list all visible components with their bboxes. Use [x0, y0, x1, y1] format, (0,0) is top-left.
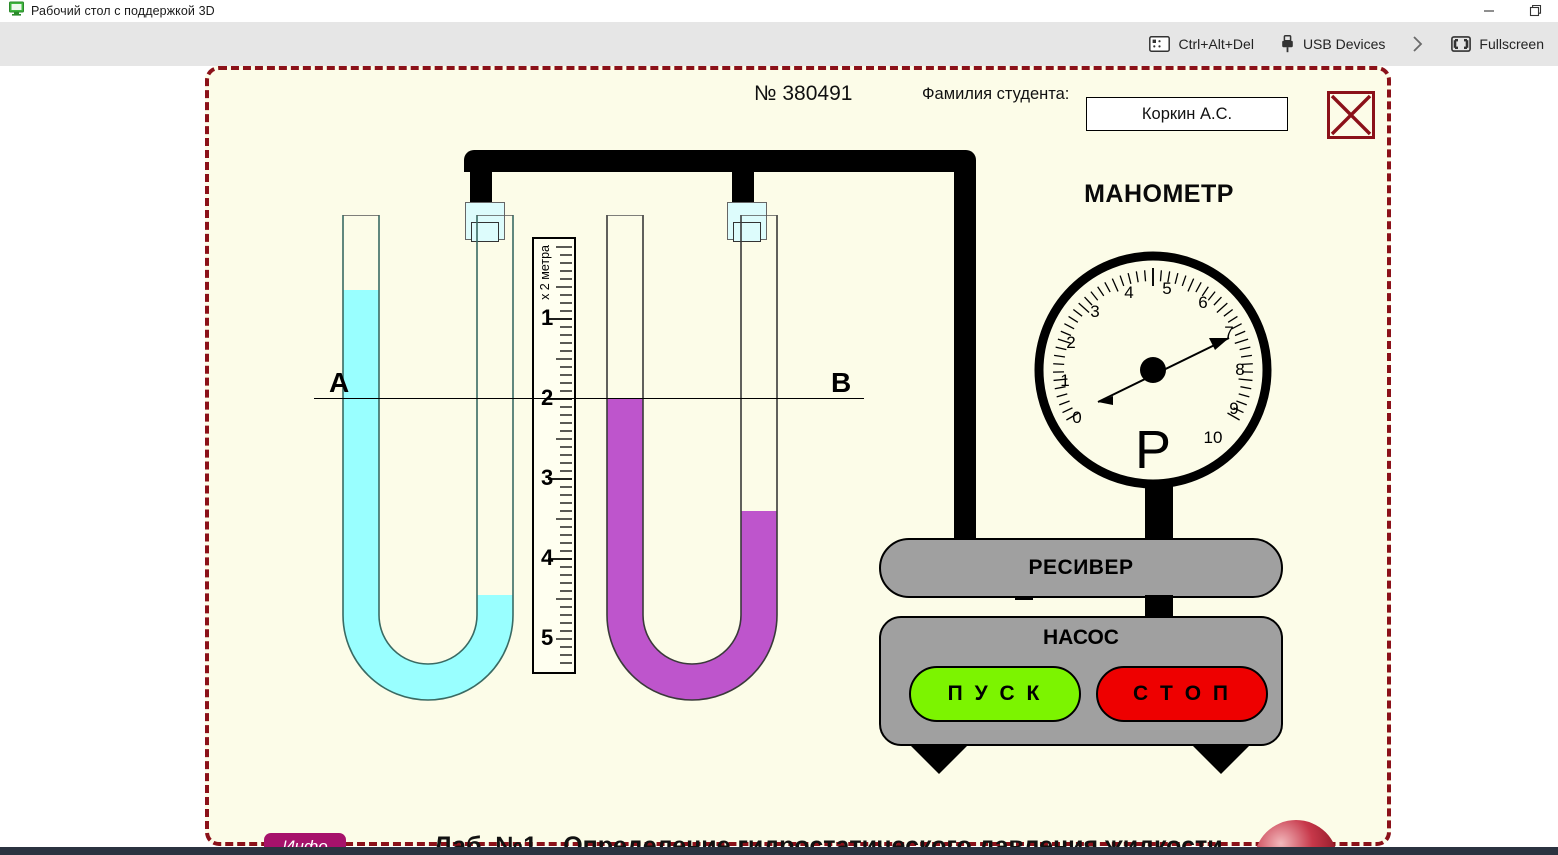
- window-title: Рабочий стол с поддержкой 3D: [31, 3, 215, 18]
- pump-leg-left: [909, 744, 969, 774]
- u-tube-left: [333, 215, 523, 795]
- svg-text:9: 9: [1229, 399, 1238, 418]
- ctrl-alt-del-button[interactable]: Ctrl+Alt+Del: [1149, 36, 1254, 52]
- monitor-3d-icon: [9, 1, 24, 21]
- ruler-ticks: [548, 246, 572, 664]
- svg-text:2: 2: [1066, 333, 1075, 352]
- svg-text:0: 0: [1072, 408, 1081, 427]
- pump-label: НАСОС: [1043, 626, 1119, 649]
- student-name-field[interactable]: Коркин А.С.: [1086, 97, 1288, 131]
- tube-a-label: A: [329, 367, 350, 398]
- minimize-button[interactable]: [1466, 0, 1512, 22]
- student-label: Фамилия студента:: [922, 85, 1070, 103]
- svg-text:1: 1: [1060, 371, 1069, 390]
- close-lab-button[interactable]: [1327, 91, 1375, 139]
- usb-devices-button[interactable]: USB Devices: [1280, 35, 1385, 53]
- manometer-gauge: 0 1 2 3 4 5 6 7 8 9 10 P: [1033, 250, 1273, 490]
- receiver-label: РЕСИВЕР: [1028, 556, 1134, 579]
- svg-text:4: 4: [1124, 283, 1133, 302]
- ctrl-alt-del-label: Ctrl+Alt+Del: [1178, 36, 1254, 52]
- svg-text:6: 6: [1198, 293, 1207, 312]
- lab-canvas: № 380491 Фамилия студента: Коркин А.С. х…: [209, 70, 1387, 855]
- u-tube-right: [597, 215, 787, 795]
- app-root: Рабочий стол с поддержкой 3D Ctrl+Alt+De…: [0, 0, 1558, 855]
- window-titlebar: Рабочий стол с поддержкой 3D: [0, 0, 1558, 22]
- toolbar-more-button[interactable]: [1411, 34, 1425, 54]
- stop-button[interactable]: С Т О П: [1096, 666, 1268, 722]
- gauge-unit-label: P: [1135, 420, 1171, 480]
- measuring-ruler: х 2 метра 1 2 3 4 5: [532, 237, 576, 674]
- fullscreen-label: Fullscreen: [1479, 36, 1544, 52]
- receiver-tank: РЕСИВЕР: [879, 538, 1283, 598]
- lab-number: № 380491: [754, 82, 853, 105]
- pump-leg-right: [1191, 744, 1251, 774]
- start-button[interactable]: П У С К: [909, 666, 1081, 722]
- restore-button[interactable]: [1512, 0, 1558, 22]
- svg-text:3: 3: [1090, 302, 1099, 321]
- lab-sheet: № 380491 Фамилия студента: Коркин А.С. х…: [205, 66, 1391, 855]
- vm-toolbar: Ctrl+Alt+Del USB Devices Fullscreen: [0, 22, 1558, 66]
- reference-level-line: [314, 398, 864, 399]
- ruler-number-1: 1: [541, 305, 554, 330]
- usb-icon: [1280, 35, 1295, 53]
- svg-text:8: 8: [1235, 360, 1244, 379]
- usb-devices-label: USB Devices: [1302, 36, 1386, 52]
- keyboard-icon: [1149, 36, 1171, 52]
- ruler-number-3: 3: [541, 465, 554, 490]
- vm-screen: № 380491 Фамилия студента: Коркин А.С. х…: [0, 66, 1558, 855]
- chevron-right-icon: [1413, 36, 1423, 52]
- pipe-top-horizontal: [464, 150, 976, 172]
- ruler-unit-label: х 2 метра: [538, 245, 552, 300]
- pump-unit: НАСОС П У С К С Т О П: [879, 616, 1283, 746]
- fullscreen-icon: [1451, 36, 1472, 52]
- manometer-title: МАНОМЕТР: [1084, 180, 1234, 208]
- svg-text:10: 10: [1204, 428, 1223, 447]
- close-x-icon: [1330, 94, 1372, 136]
- ruler-number-4: 4: [541, 545, 554, 570]
- ruler-number-5: 5: [541, 625, 554, 650]
- fullscreen-button[interactable]: Fullscreen: [1451, 36, 1544, 52]
- svg-text:5: 5: [1162, 279, 1171, 298]
- os-taskbar: [0, 847, 1558, 855]
- pipe-right-vertical: [954, 162, 976, 550]
- tube-b-label: B: [831, 367, 852, 398]
